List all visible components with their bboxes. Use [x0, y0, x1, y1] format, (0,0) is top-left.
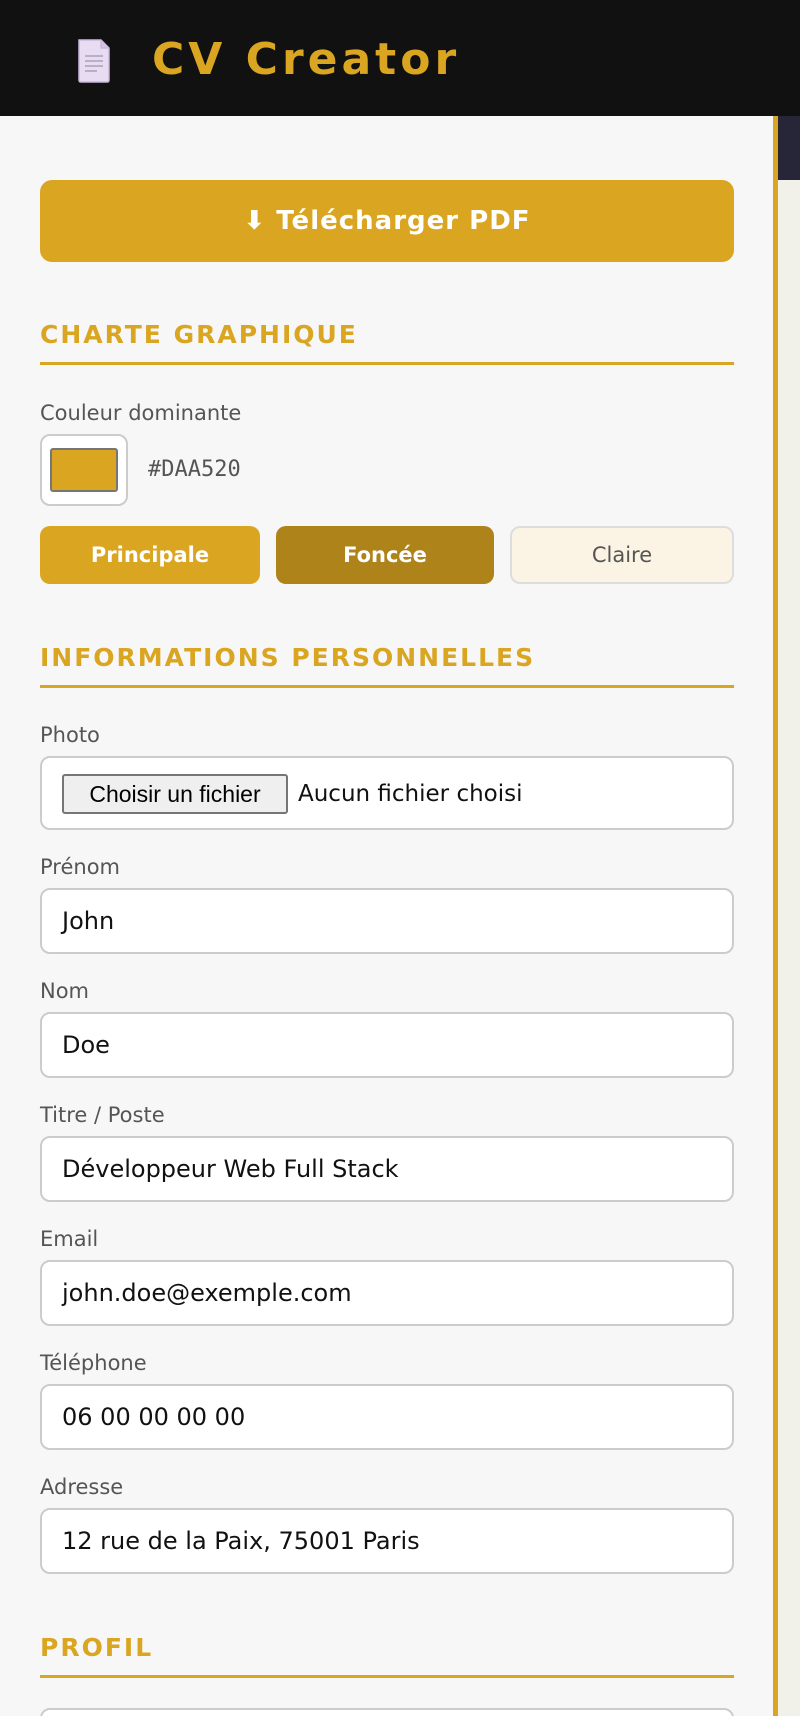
section-title-personal: INFORMATIONS PERSONNELLES: [40, 643, 734, 688]
download-pdf-button[interactable]: ⬇ Télécharger PDF: [40, 180, 734, 262]
lastname-label: Nom: [40, 979, 90, 1003]
preview-panel-edge: [773, 116, 800, 1716]
shade-dark-button[interactable]: Foncée: [276, 526, 494, 584]
firstname-input[interactable]: John: [40, 888, 734, 954]
phone-label: Téléphone: [40, 1351, 147, 1375]
preview-panel-header: [778, 116, 800, 180]
lastname-input[interactable]: Doe: [40, 1012, 734, 1078]
color-picker-swatch: [50, 448, 118, 492]
email-label: Email: [40, 1227, 99, 1251]
job-title-label: Titre / Poste: [40, 1103, 165, 1127]
job-title-input[interactable]: Développeur Web Full Stack: [40, 1136, 734, 1202]
color-label: Couleur dominante: [40, 401, 242, 425]
section-title-charte: CHARTE GRAPHIQUE: [40, 320, 734, 365]
app-header: CV Creator: [0, 0, 800, 116]
address-label: Adresse: [40, 1475, 124, 1499]
email-input[interactable]: john.doe@exemple.com: [40, 1260, 734, 1326]
phone-input[interactable]: 06 00 00 00 00: [40, 1384, 734, 1450]
shade-light-button[interactable]: Claire: [510, 526, 734, 584]
profile-textarea[interactable]: [40, 1708, 734, 1716]
file-status: Aucun fichier choisi: [298, 781, 523, 807]
choose-file-button[interactable]: Choisir un fichier: [62, 774, 288, 814]
document-icon: [78, 39, 110, 83]
section-title-profil: PROFIL: [40, 1633, 734, 1678]
color-picker[interactable]: [40, 434, 128, 506]
photo-label: Photo: [40, 723, 100, 747]
address-input[interactable]: 12 rue de la Paix, 75001 Paris: [40, 1508, 734, 1574]
photo-file-input[interactable]: Choisir un fichier Aucun fichier choisi: [40, 756, 734, 830]
shade-main-button[interactable]: Principale: [40, 526, 260, 584]
app-title: CV Creator: [152, 34, 461, 85]
color-hex-value: #DAA520: [148, 457, 241, 482]
firstname-label: Prénom: [40, 855, 121, 879]
